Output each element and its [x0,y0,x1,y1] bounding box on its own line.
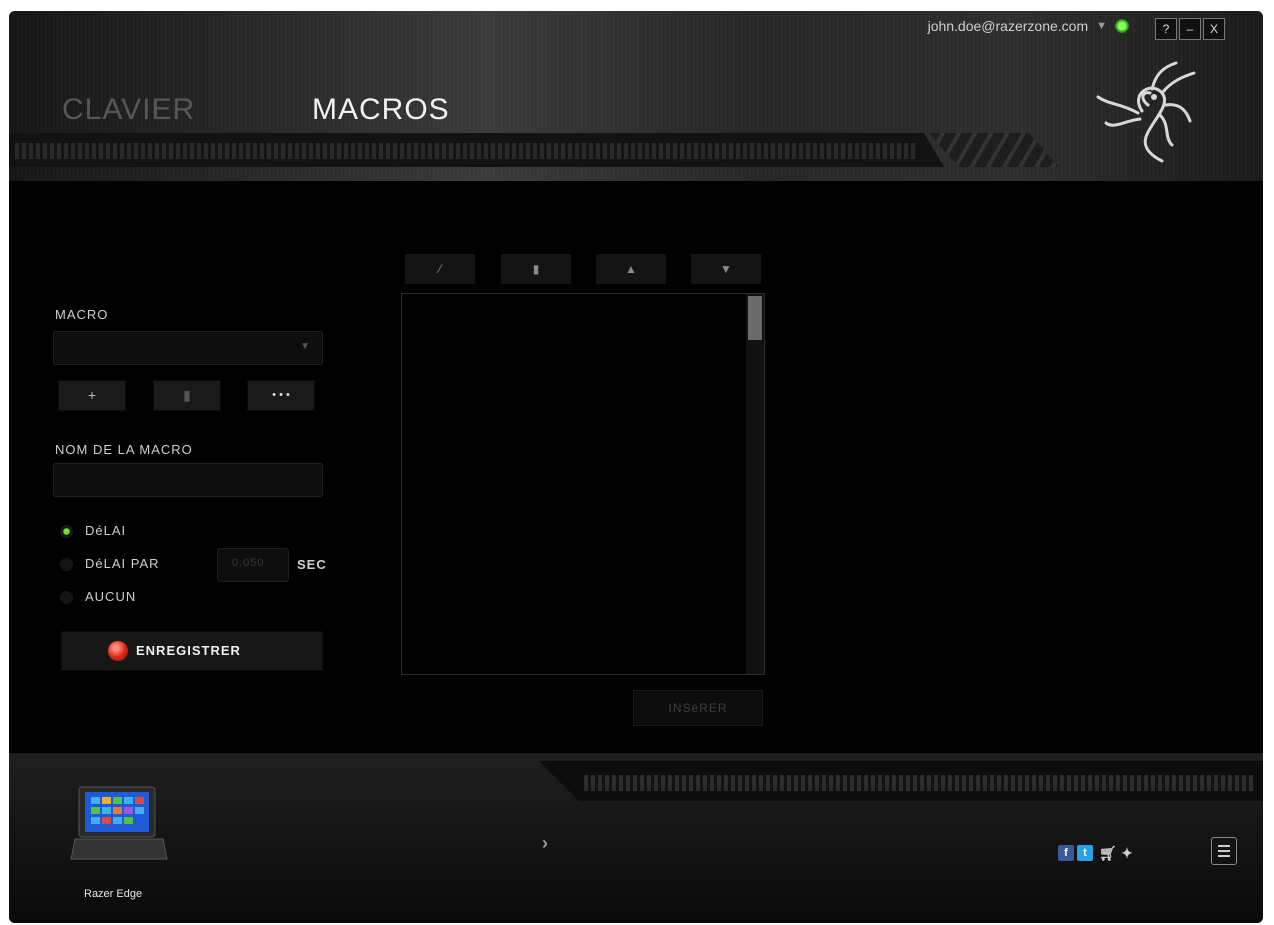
move-down-button[interactable]: ▼ [691,254,761,284]
insert-button[interactable]: INSéRER [633,690,763,726]
scrollbar[interactable] [746,294,764,674]
delay-unit: SEC [297,557,327,572]
delay-per-radio[interactable] [60,558,73,571]
scrollbar-thumb[interactable] [748,296,762,340]
delete-macro-button[interactable]: ▮ [153,380,221,411]
tab-macros[interactable]: MACROS [312,93,450,127]
menu-icon-bar [1218,855,1230,857]
record-icon [108,641,128,661]
delay-option-label: DéLAI [85,523,127,538]
delay-value: 0.050 [232,557,265,569]
delay-radio[interactable] [60,525,73,538]
move-down-icon: ▼ [720,262,732,276]
razer-edge-device-icon[interactable] [69,781,169,863]
record-button[interactable]: ENREGISTRER [61,631,323,671]
macro-steps-list[interactable] [401,293,765,675]
delay-value-input[interactable]: 0.050 [217,548,289,582]
add-macro-button[interactable]: + [58,380,126,411]
chevron-down-icon[interactable]: ▼ [1096,20,1107,32]
delete-icon: ▮ [532,262,540,276]
footer-decorative-band [539,761,1263,801]
help-button[interactable]: ? [1155,18,1177,40]
move-up-button[interactable]: ▲ [596,254,666,284]
delay-per-option-label: DéLAI PAR [85,556,160,571]
delete-step-button[interactable]: ▮ [501,254,571,284]
edit-button[interactable]: ⁄ [405,254,475,284]
account-menu[interactable]: john.doe@razerzone.com ▼ [928,18,1129,34]
move-up-icon: ▲ [625,262,637,276]
menu-icon-bar [1218,850,1230,852]
minimize-button[interactable]: – [1179,18,1201,40]
chevron-down-icon[interactable]: ▼ [300,341,310,352]
facebook-icon[interactable]: f [1058,845,1074,861]
close-button[interactable]: X [1203,18,1225,40]
footer: Razer Edge › f t 🛒︎ ✦ [9,753,1263,923]
menu-icon [1218,845,1230,847]
macro-select[interactable]: ▼ [53,331,323,365]
account-email[interactable]: john.doe@razerzone.com [928,18,1089,34]
device-name: Razer Edge [84,888,143,900]
twitter-icon[interactable]: t [1077,845,1093,861]
macro-name-input[interactable] [53,463,323,497]
macro-name-label: NOM DE LA MACRO [55,442,193,457]
cart-icon[interactable]: 🛒︎ [1099,845,1117,861]
tab-clavier[interactable]: CLAVIER [62,93,195,127]
razer-logo-icon [1096,61,1196,163]
edit-icon: ⁄ [438,262,441,276]
none-radio[interactable] [60,591,73,604]
menu-button[interactable] [1211,837,1237,865]
online-status-icon [1115,19,1129,33]
record-label: ENREGISTRER [136,643,241,658]
chevron-right-icon[interactable]: › [542,833,548,854]
macro-label: MACRO [55,307,109,322]
razer-synapse-window: CLAVIER MACROS john.doe@razerzone.com ▼ … [9,11,1263,923]
razer-icon[interactable]: ✦ [1119,845,1135,861]
none-option-label: AUCUN [85,589,137,604]
more-options-button[interactable]: • • • [247,380,315,411]
